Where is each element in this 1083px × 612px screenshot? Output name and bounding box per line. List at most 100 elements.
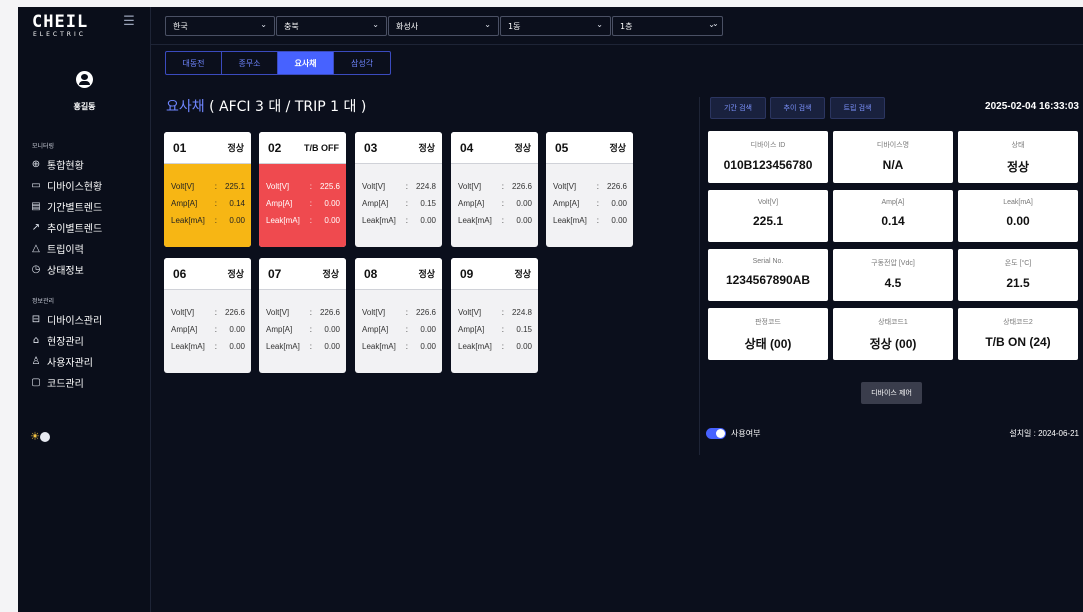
card-row-label: Volt[V] (266, 182, 290, 191)
device-card[interactable]: 07 정상 Volt[V]: 226.6 Amp[A]: 0.00 Leak[m… (259, 258, 346, 373)
tab-yosachae[interactable]: 요사채 (278, 52, 334, 74)
card-row-amp: Amp[A]: 0.00 (553, 195, 627, 212)
card-header: 04 정상 (451, 132, 538, 164)
card-body: Volt[V]: 225.1 Amp[A]: 0.14 Leak[mA]: 0.… (164, 164, 251, 247)
sidebar-item-period-trend[interactable]: ▤ 기간별트렌드 (30, 198, 102, 215)
card-number: 01 (173, 140, 187, 155)
site-select[interactable]: 화성사 ⌄ (388, 16, 499, 36)
sidebar-item-overview[interactable]: ⊕ 통합현황 (30, 156, 84, 173)
sidebar-item-site-mgmt[interactable]: ⌂ 현장관리 (30, 332, 84, 349)
card-header: 08 정상 (355, 258, 442, 290)
card-row-label: Amp[A] (266, 199, 293, 208)
card-row-sep: : (501, 216, 504, 225)
hamburger-icon[interactable]: ☰ (122, 15, 136, 29)
clock-icon: ◷ (31, 264, 41, 275)
card-row-volt: Volt[V]: 226.6 (266, 304, 340, 321)
card-row-value: 0.00 (611, 216, 627, 225)
tab-jongmuso[interactable]: 종무소 (222, 52, 278, 74)
card-row-amp: Amp[A]: 0.00 (266, 195, 340, 212)
card-number: 07 (268, 266, 282, 281)
group-label-monitoring: 모니터링 (32, 143, 55, 150)
card-row-sep: : (214, 182, 217, 191)
card-row-value: 0.00 (229, 325, 245, 334)
card-row-value: 0.00 (324, 199, 340, 208)
card-row-leak: Leak[mA]: 0.00 (266, 212, 340, 229)
tab-daedongjeon[interactable]: 대동전 (166, 52, 222, 74)
sidebar-item-user-mgmt[interactable]: ♙ 사용자관리 (30, 353, 93, 370)
card-body: Volt[V]: 226.6 Amp[A]: 0.00 Leak[mA]: 0.… (451, 164, 538, 229)
card-row-sep: : (405, 216, 408, 225)
card-status: 정상 (227, 143, 244, 153)
card-row-value: 226.6 (319, 308, 340, 317)
trend-search-button[interactable]: 추이 검색 (770, 97, 825, 119)
device-card[interactable]: 09 정상 Volt[V]: 224.8 Amp[A]: 0.15 Leak[m… (451, 258, 538, 373)
card-row-value: 0.00 (516, 342, 532, 351)
card-status: 정상 (418, 143, 435, 153)
device-card[interactable]: 06 정상 Volt[V]: 226.6 Amp[A]: 0.00 Leak[m… (164, 258, 251, 373)
card-row-value: 0.00 (324, 216, 340, 225)
card-row-leak: Leak[mA]: 0.00 (362, 338, 436, 355)
card-row-label: Leak[mA] (362, 342, 396, 351)
device-card[interactable]: 03 정상 Volt[V]: 224.8 Amp[A]: 0.15 Leak[m… (355, 132, 442, 247)
detail-field-value: 010B123456780 (723, 158, 813, 172)
detail-field-value: 0.14 (881, 214, 905, 228)
sun-icon: ☀ (30, 430, 40, 443)
device-card[interactable]: 02 T/B OFF Volt[V]: 225.6 Amp[A]: 0.00 L… (259, 132, 346, 247)
card-body: Volt[V]: 224.8 Amp[A]: 0.15 Leak[mA]: 0.… (451, 290, 538, 355)
detail-field: Volt[V] 225.1 (708, 190, 828, 242)
sidebar-item-status-info[interactable]: ◷ 상태정보 (30, 261, 84, 278)
sidebar-item-code-mgmt[interactable]: ▢ 코드관리 (30, 374, 84, 391)
card-row-label: Leak[mA] (362, 216, 396, 225)
card-row-amp: Amp[A]: 0.15 (458, 321, 532, 338)
empty-select[interactable]: ⌄ (712, 16, 726, 36)
card-row-label: Leak[mA] (458, 342, 492, 351)
use-toggle[interactable]: 사용여부 (706, 428, 760, 439)
detail-field-value: 상태 (00) (744, 337, 792, 351)
tab-samseonggak[interactable]: 삼성각 (334, 52, 390, 74)
toggle-switch[interactable] (706, 428, 726, 439)
card-row-amp: Amp[A]: 0.00 (171, 321, 245, 338)
card-row-value: 226.6 (415, 308, 436, 317)
detail-field: 디바이스 ID 010B123456780 (708, 131, 828, 183)
region-select[interactable]: 충북 ⌄ (276, 16, 387, 36)
country-select[interactable]: 한국 ⌄ (165, 16, 275, 36)
logo-main: CHEIL (32, 12, 89, 32)
detail-field: Leak[mA] 0.00 (958, 190, 1078, 242)
detail-field-key: 디바이스 ID (750, 142, 786, 149)
card-header: 05 정상 (546, 132, 633, 164)
sidebar-item-device-status[interactable]: ▭ 디바이스현황 (30, 177, 102, 194)
building-select[interactable]: 1동 ⌄ (500, 16, 611, 36)
card-row-value: 0.15 (420, 199, 436, 208)
detail-field-key: 상태코드2 (1003, 319, 1033, 326)
card-row-sep: : (405, 199, 408, 208)
theme-toggle[interactable]: ☀ (30, 430, 50, 443)
card-row-sep: : (596, 182, 599, 191)
period-search-button[interactable]: 기간 검색 (710, 97, 766, 119)
users-icon: ♙ (31, 356, 41, 367)
floor-select[interactable]: 1층 ⌄ (612, 16, 723, 36)
card-row-value: 225.6 (319, 182, 340, 191)
sidebar-item-label: 코드관리 (47, 379, 84, 390)
sidebar-item-device-mgmt[interactable]: ⊟ 디바이스관리 (30, 311, 102, 328)
device-control-button[interactable]: 디바이스 제어 (861, 382, 922, 404)
sidebar-item-change-trend[interactable]: ↗ 추이별트렌드 (30, 219, 102, 236)
device-card[interactable]: 01 정상 Volt[V]: 225.1 Amp[A]: 0.14 Leak[m… (164, 132, 251, 247)
globe-icon: ⊕ (31, 159, 41, 170)
device-card[interactable]: 05 정상 Volt[V]: 226.6 Amp[A]: 0.00 Leak[m… (546, 132, 633, 247)
current-datetime: 2025-02-04 16:33:03 (985, 101, 1079, 112)
use-toggle-label: 사용여부 (731, 429, 761, 438)
trip-search-button[interactable]: 트립 검색 (830, 97, 885, 119)
building-tabs: 대동전 종무소 요사채 삼성각 (165, 51, 391, 75)
device-card[interactable]: 08 정상 Volt[V]: 226.6 Amp[A]: 0.00 Leak[m… (355, 258, 442, 373)
card-row-sep: : (214, 325, 217, 334)
calendar-icon: ▤ (31, 201, 41, 212)
card-row-label: Leak[mA] (266, 342, 300, 351)
detail-field-key: 디바이스명 (876, 142, 910, 149)
card-row-volt: Volt[V]: 226.6 (553, 178, 627, 195)
sidebar: CHEIL ELECTRIC ☰ 홍길동 모니터링 ⊕ 통합현황 ▭ 디바이스현황 … (18, 7, 151, 612)
sidebar-item-trip-history[interactable]: △ 트립이력 (30, 240, 84, 257)
card-row-value: 0.00 (420, 216, 436, 225)
device-card[interactable]: 04 정상 Volt[V]: 226.6 Amp[A]: 0.00 Leak[m… (451, 132, 538, 247)
card-row-value: 224.8 (511, 308, 532, 317)
detail-field-value: 225.1 (752, 214, 784, 228)
